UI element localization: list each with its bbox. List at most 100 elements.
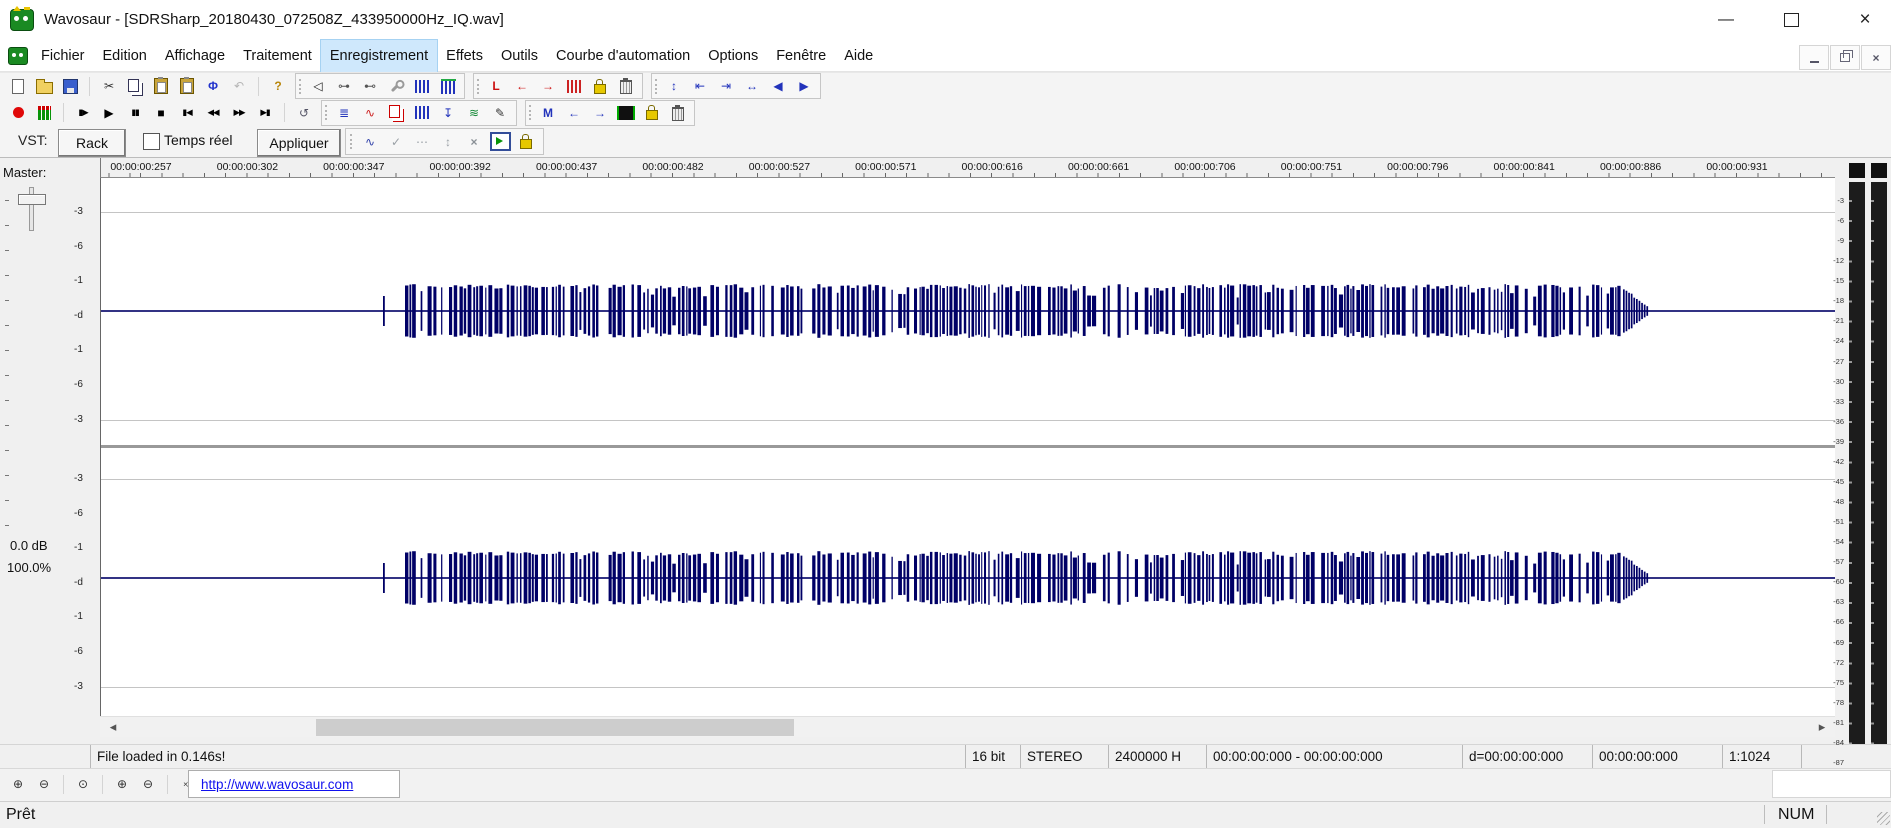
loop-point-button[interactable]: L — [484, 75, 508, 97]
waveform-sliders-button[interactable] — [410, 75, 434, 97]
zoom-vertical-out-button[interactable]: ⊖ — [136, 773, 160, 795]
delete-loop-button[interactable] — [614, 75, 638, 97]
vst-apply-button[interactable]: Appliquer — [257, 129, 341, 157]
maximize-button[interactable] — [1765, 0, 1817, 40]
audio-routing-button[interactable]: ⊶ — [332, 75, 356, 97]
fast-forward-button[interactable]: ▶▶ — [227, 102, 251, 124]
zoom-out-button[interactable]: ⊖ — [32, 773, 56, 795]
toolbar-group — [5, 75, 83, 97]
zoom-vertical-in-button[interactable]: ⊕ — [110, 773, 134, 795]
normalize-button[interactable]: ↧ — [436, 102, 460, 124]
wavosaur-link[interactable]: http://www.wavosaur.com — [201, 777, 353, 792]
menu-traitement[interactable]: Traitement — [234, 40, 321, 72]
stop-button[interactable]: ■ — [149, 102, 173, 124]
menu-aide[interactable]: Aide — [835, 40, 882, 72]
lock-markers-button[interactable] — [640, 102, 664, 124]
loop-playback-button[interactable]: ↺ — [292, 102, 316, 124]
rewind-button[interactable]: ◀◀ — [201, 102, 225, 124]
selection-next-button[interactable]: ▶ — [792, 75, 816, 97]
menu-edition[interactable]: Edition — [94, 40, 156, 72]
status-separator — [1826, 805, 1827, 824]
go-to-end-button[interactable]: ▶▮ — [253, 102, 277, 124]
channel-bars-button[interactable] — [410, 102, 434, 124]
go-to-start-button[interactable]: ▮◀ — [175, 102, 199, 124]
next-marker-button[interactable]: → — [588, 102, 612, 124]
waveform-display[interactable] — [100, 178, 1835, 716]
menu-options[interactable]: Options — [699, 40, 767, 72]
paste-button[interactable] — [149, 75, 173, 97]
record-button[interactable] — [6, 102, 30, 124]
cut-button[interactable]: ✂ — [97, 75, 121, 97]
menu-courbe-d-automation[interactable]: Courbe d'automation — [547, 40, 699, 72]
new-file-button[interactable] — [6, 75, 30, 97]
play-button[interactable]: ▶ — [97, 102, 121, 124]
lock-vst-button[interactable] — [514, 131, 538, 153]
close-button[interactable]: × — [1839, 0, 1891, 40]
clear-loop-button[interactable] — [562, 75, 586, 97]
menu-fichier[interactable]: Fichier — [32, 40, 94, 72]
shrink-selection-right-button[interactable]: ⇥ — [714, 75, 738, 97]
selection-previous-button[interactable]: ◀ — [766, 75, 790, 97]
undo-button[interactable]: ↶ — [227, 75, 251, 97]
menu-enregistrement[interactable]: Enregistrement — [321, 40, 437, 72]
open-file-button[interactable] — [32, 75, 56, 97]
envelope-curve-button[interactable]: ∿ — [358, 131, 382, 153]
zoom-in-button[interactable]: ⊕ — [6, 773, 30, 795]
stereo-waveform — [101, 178, 1835, 716]
mdi-restore-button[interactable] — [1830, 45, 1860, 70]
extend-selection-button[interactable]: ↔ — [740, 75, 764, 97]
loop-start-right-button[interactable]: → — [536, 75, 560, 97]
delete-markers-button[interactable] — [666, 102, 690, 124]
menu-affichage[interactable]: Affichage — [156, 40, 234, 72]
previous-marker-button[interactable]: ← — [562, 102, 586, 124]
save-file-button[interactable] — [58, 75, 82, 97]
auto-play-button[interactable] — [488, 131, 512, 153]
loop-start-left-button[interactable]: ← — [510, 75, 534, 97]
menu-outils[interactable]: Outils — [492, 40, 547, 72]
shrink-selection-left-button[interactable]: ⇤ — [688, 75, 712, 97]
play-from-cursor-button[interactable]: ▮▶ — [71, 102, 95, 124]
paste-mix-button[interactable]: Φ — [201, 75, 225, 97]
lock-loop-button[interactable] — [588, 75, 612, 97]
mdi-close-button[interactable]: × — [1861, 45, 1891, 70]
help-button[interactable]: ? — [266, 75, 290, 97]
pause-button[interactable]: ▮▮ — [123, 102, 147, 124]
close-panel-button[interactable]: × — [462, 131, 486, 153]
marker-block-button[interactable] — [614, 102, 638, 124]
paste-insert-button[interactable] — [175, 75, 199, 97]
copy-button[interactable] — [123, 75, 147, 97]
toolbar-group: ✂ Φ↶ — [96, 75, 252, 97]
db-scale-label: -60 — [1822, 577, 1844, 586]
minimize-button[interactable]: — — [1700, 0, 1752, 40]
realtime-checkbox[interactable] — [143, 133, 160, 150]
statistics-button[interactable]: ∿ — [358, 102, 382, 124]
amplitude-scale-label: -3 — [74, 681, 99, 692]
zoom-selection-button[interactable]: ⊙ — [71, 773, 95, 795]
waveform-view-button[interactable] — [436, 75, 460, 97]
connections-button[interactable]: ⊷ — [358, 75, 382, 97]
resize-grip[interactable] — [1877, 812, 1890, 825]
menu-fen-tre[interactable]: Fenêtre — [767, 40, 835, 72]
level-meter-button[interactable] — [32, 102, 56, 124]
zoom-wave-vertical-button[interactable]: ↕ — [662, 75, 686, 97]
time-ruler[interactable]: 00:00:00:25700:00:00:30200:00:00:34700:0… — [100, 158, 1835, 178]
resize-vertical-button[interactable]: ↕ — [436, 131, 460, 153]
mdi-minimize-button[interactable] — [1799, 45, 1829, 70]
wrench-settings-button[interactable] — [384, 75, 408, 97]
duplicate-button[interactable] — [384, 102, 408, 124]
amplitude-scale-label: -6 — [74, 241, 99, 252]
confirm-check-button[interactable]: ✓ — [384, 131, 408, 153]
insert-file-button[interactable]: ≣ — [332, 102, 356, 124]
scrollbar-thumb[interactable] — [316, 719, 794, 736]
resample-button[interactable]: ≋ — [462, 102, 486, 124]
scroll-left-arrow[interactable]: ◂ — [102, 717, 124, 737]
speaker-button[interactable]: ◁ — [306, 75, 330, 97]
pencil-edit-button[interactable]: ✎ — [488, 102, 512, 124]
horizontal-scrollbar[interactable]: ◂ ▸ — [100, 716, 1835, 737]
menu-effets[interactable]: Effets — [437, 40, 492, 72]
dots-menu-button[interactable]: ⋯ — [410, 131, 434, 153]
master-volume-thumb[interactable] — [18, 194, 46, 205]
toolbar-group: L←→ — [473, 73, 643, 99]
vst-rack-button[interactable]: Rack — [58, 129, 126, 157]
marker-button[interactable]: M — [536, 102, 560, 124]
